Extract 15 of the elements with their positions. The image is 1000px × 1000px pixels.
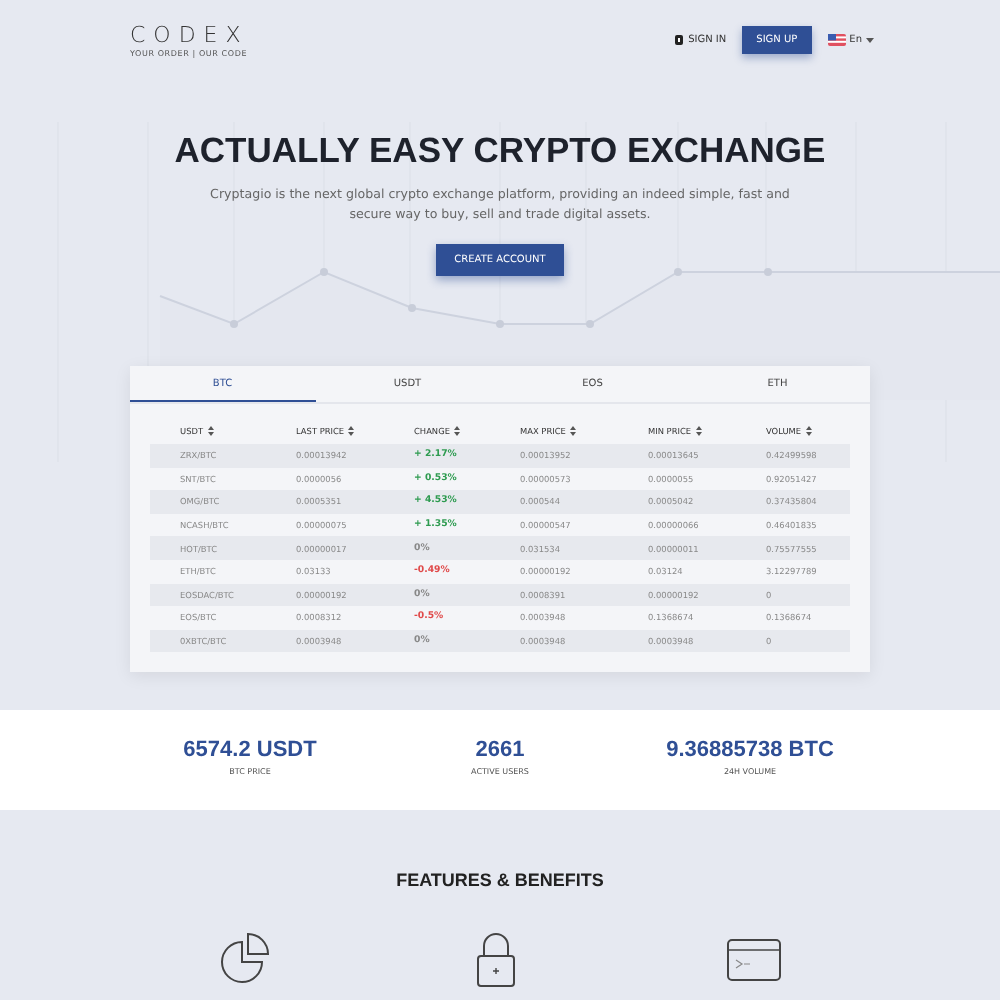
user-icon <box>674 34 685 46</box>
stat-value: 2661 <box>475 737 525 761</box>
logo[interactable]: CODEX <box>130 23 249 45</box>
caret-icon <box>866 37 874 43</box>
stat-value: 9.36885738 BTC <box>666 737 834 761</box>
sort-icon <box>453 426 460 436</box>
sort-icon <box>805 426 812 436</box>
sort-icon <box>569 426 576 436</box>
section-title: FEATURES & BENEFITS <box>396 870 604 890</box>
sort-icon <box>348 426 355 436</box>
flag-icon <box>827 34 846 46</box>
sort-icon <box>207 426 214 436</box>
hero-title: ACTUALLY EASY CRYPTO EXCHANGE <box>174 130 826 172</box>
sort-icon <box>695 426 702 436</box>
stat-value: 6574.2 USDT <box>183 737 317 761</box>
